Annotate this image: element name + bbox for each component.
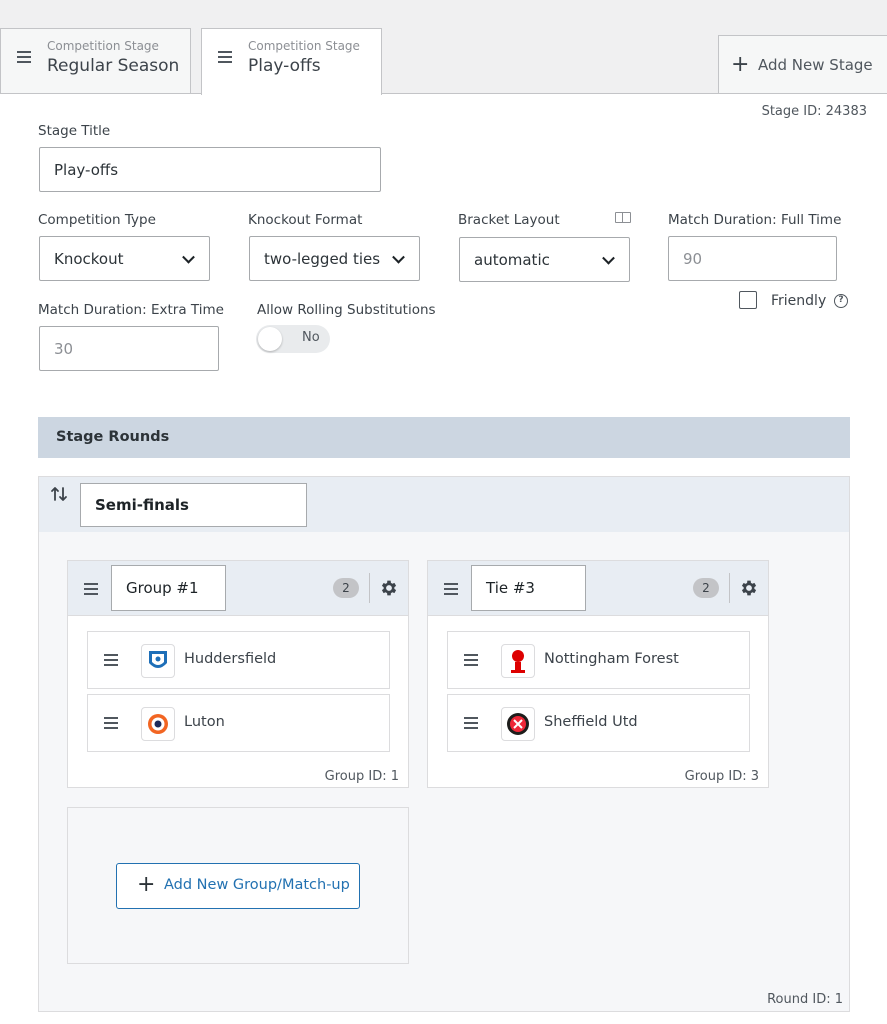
- team-row[interactable]: Luton: [87, 694, 390, 752]
- team-name: Nottingham Forest: [544, 651, 679, 667]
- drag-handle-icon[interactable]: [464, 654, 478, 666]
- swap-icon[interactable]: [50, 485, 68, 503]
- round-header: Semi-finals: [39, 477, 849, 532]
- team-crest-icon: [141, 707, 175, 741]
- group-header: Tie #3 2: [428, 561, 768, 616]
- team-row[interactable]: Huddersfield: [87, 631, 390, 689]
- plus-icon: +: [731, 52, 750, 77]
- toggle-knob: [258, 327, 282, 351]
- stage-rounds-header: Stage Rounds: [38, 417, 850, 458]
- tab-kicker: Competition Stage: [47, 39, 159, 53]
- tab-kicker: Competition Stage: [248, 39, 360, 53]
- drag-handle-icon[interactable]: [84, 583, 98, 595]
- team-crest-icon: [501, 644, 535, 678]
- add-new-group-button[interactable]: + Add New Group/Match-up: [116, 863, 360, 909]
- team-name: Huddersfield: [184, 651, 277, 667]
- round-name-input[interactable]: Semi-finals: [80, 483, 307, 527]
- stage-id: Stage ID: 24383: [761, 104, 867, 119]
- team-row[interactable]: Sheffield Utd: [447, 694, 750, 752]
- group-header: Group #1 2: [68, 561, 408, 616]
- divider: [369, 573, 370, 603]
- gear-icon[interactable]: [739, 578, 759, 598]
- group-name-input[interactable]: Group #1: [111, 565, 226, 611]
- stage-rounds-title: Stage Rounds: [56, 429, 170, 445]
- gear-icon[interactable]: [379, 578, 399, 598]
- group-card: Group #1 2 Huddersfield Luton Group ID: …: [67, 560, 409, 788]
- round-id: Round ID: 1: [767, 992, 843, 1007]
- drag-handle-icon[interactable]: [218, 51, 232, 63]
- competition-type-select[interactable]: Knockout: [39, 236, 210, 281]
- drag-handle-icon[interactable]: [104, 717, 118, 729]
- competition-type-label: Competition Type: [38, 212, 156, 228]
- help-icon[interactable]: ?: [834, 294, 848, 308]
- group-id: Group ID: 1: [324, 769, 399, 784]
- duration-extra-label: Match Duration: Extra Time: [38, 302, 224, 318]
- tab-title: Regular Season: [47, 56, 180, 76]
- tab-regular-season[interactable]: Competition Stage Regular Season: [0, 28, 191, 94]
- add-new-stage-button[interactable]: + Add New Stage: [718, 35, 887, 94]
- duration-full-label: Match Duration: Full Time: [668, 212, 842, 228]
- drag-handle-icon[interactable]: [444, 583, 458, 595]
- add-new-group-label: Add New Group/Match-up: [164, 877, 350, 893]
- toggle-state: No: [302, 330, 320, 345]
- team-count-badge: 2: [333, 578, 359, 598]
- divider: [729, 573, 730, 603]
- drag-handle-icon[interactable]: [464, 717, 478, 729]
- group-card: Tie #3 2 Nottingham Forest Sheffield Utd…: [427, 560, 769, 788]
- plus-icon: +: [137, 872, 156, 897]
- group-name-input[interactable]: Tie #3: [471, 565, 586, 611]
- add-new-stage-label: Add New Stage: [758, 56, 873, 74]
- friendly-label: Friendly: [771, 293, 827, 309]
- bracket-layout-label: Bracket Layout: [458, 212, 560, 228]
- stage-title-input[interactable]: Play-offs: [39, 147, 381, 192]
- drag-handle-icon[interactable]: [17, 51, 31, 63]
- rolling-subs-label: Allow Rolling Substitutions: [257, 302, 436, 318]
- team-crest-icon: [141, 644, 175, 678]
- book-icon[interactable]: [615, 212, 631, 223]
- team-count-badge: 2: [693, 578, 719, 598]
- group-id: Group ID: 3: [684, 769, 759, 784]
- drag-handle-icon[interactable]: [104, 654, 118, 666]
- team-row[interactable]: Nottingham Forest: [447, 631, 750, 689]
- tab-title: Play-offs: [248, 56, 321, 76]
- duration-extra-input[interactable]: 30: [39, 326, 219, 371]
- tab-play-offs[interactable]: Competition Stage Play-offs: [201, 28, 382, 95]
- team-name: Sheffield Utd: [544, 714, 638, 730]
- knockout-format-select[interactable]: two-legged ties: [249, 236, 420, 281]
- rolling-subs-toggle[interactable]: No: [256, 325, 330, 353]
- stage-title-label: Stage Title: [38, 123, 111, 139]
- knockout-format-label: Knockout Format: [248, 212, 363, 228]
- add-group-area: + Add New Group/Match-up: [67, 807, 409, 964]
- team-crest-icon: [501, 707, 535, 741]
- round-panel: Semi-finals Group #1 2 Huddersfield Luto…: [38, 476, 850, 1012]
- duration-full-input[interactable]: 90: [668, 236, 837, 281]
- friendly-checkbox[interactable]: [739, 291, 757, 309]
- team-name: Luton: [184, 714, 225, 730]
- bracket-layout-select[interactable]: automatic: [459, 237, 630, 282]
